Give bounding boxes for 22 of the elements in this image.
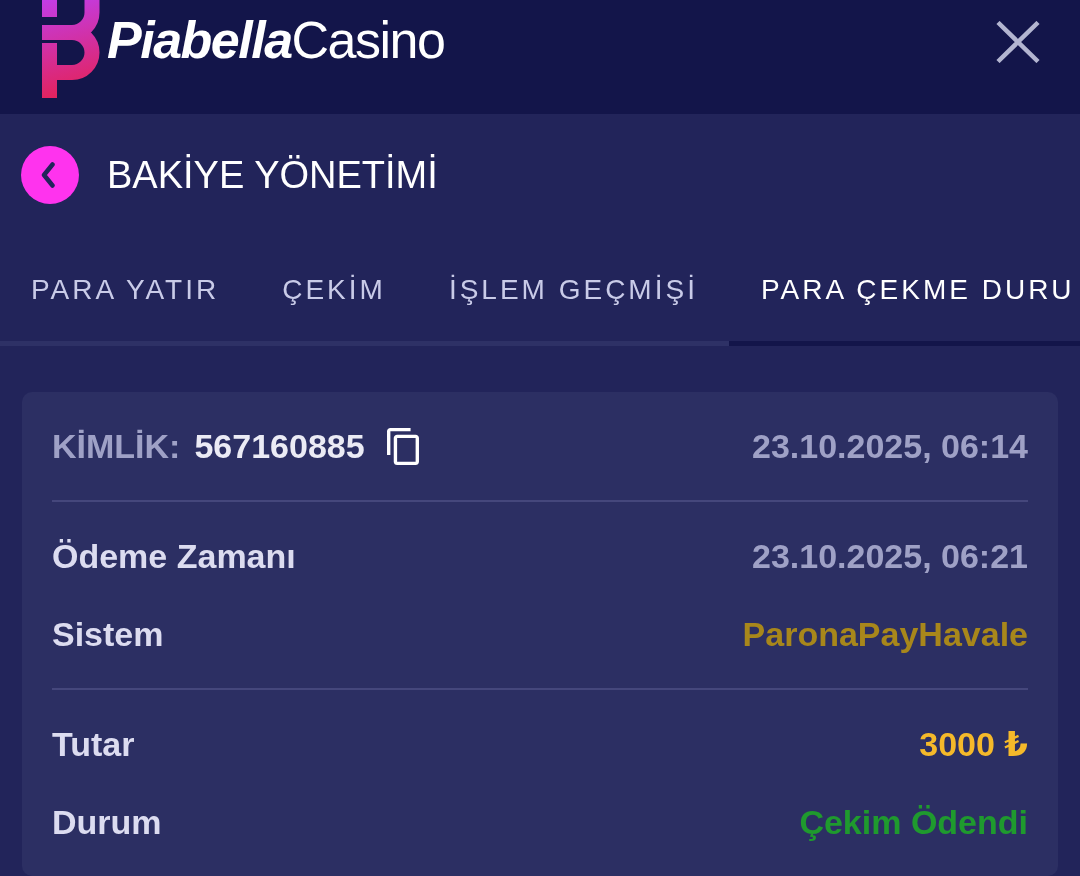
detail-label: Durum <box>52 802 162 842</box>
tab[interactable]: PARA ÇEKME DURU <box>729 234 1080 346</box>
created-date: 23.10.2025, 06:14 <box>751 426 1028 466</box>
detail-label: Sistem <box>52 614 164 654</box>
logo-icon <box>40 0 102 98</box>
back-button[interactable] <box>21 146 79 204</box>
detail-value: 23.10.2025, 06:21 <box>751 536 1028 576</box>
tab[interactable]: PARA YATIR <box>0 234 251 346</box>
page-title: BAKİYE YÖNETİMİ <box>107 153 438 198</box>
id-label: KİMLİK: <box>52 426 181 466</box>
id-value: 567160885 <box>194 426 365 466</box>
detail-value: 3000 ₺ <box>919 724 1028 764</box>
detail-value: Çekim Ödendi <box>799 802 1028 842</box>
close-icon[interactable] <box>996 21 1040 63</box>
tab[interactable]: İŞLEM GEÇMİŞİ <box>417 234 730 346</box>
detail-label: Tutar <box>52 724 135 764</box>
tab[interactable]: ÇEKİM <box>250 234 418 346</box>
logo-text: PiabellaCasino <box>107 14 445 66</box>
chevron-left-icon <box>41 162 55 188</box>
detail-value: ParonaPayHavale <box>742 614 1028 654</box>
detail-label: Ödeme Zamanı <box>52 536 296 576</box>
copy-icon[interactable] <box>386 427 419 465</box>
